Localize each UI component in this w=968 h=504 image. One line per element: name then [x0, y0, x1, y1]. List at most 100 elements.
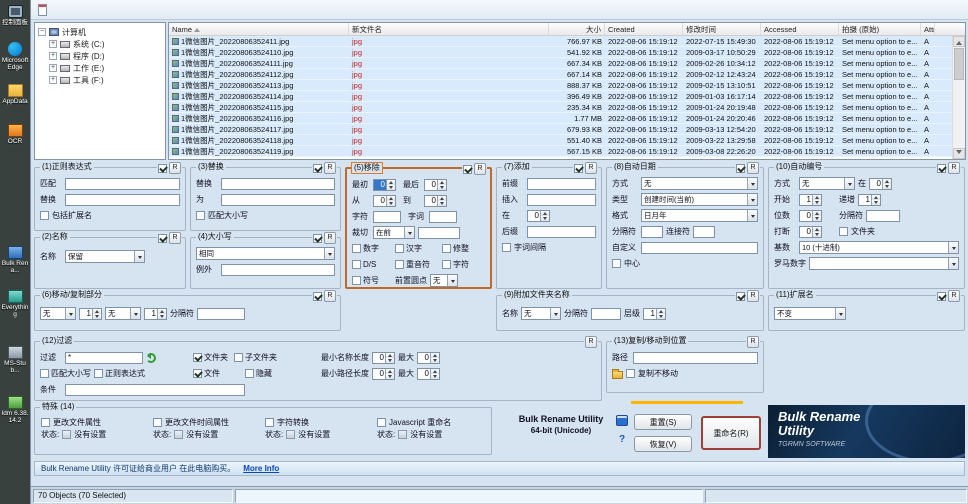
desktop-icon[interactable]: MS-Stub... [0, 346, 30, 374]
table-row[interactable]: 1微信图片_202208063524116.jpgjpg1.77 MB2022-… [169, 113, 965, 124]
movecopy-sep-input[interactable] [197, 308, 245, 320]
collapse-icon[interactable]: − [38, 28, 46, 36]
autodate-enable-checkbox[interactable] [736, 164, 745, 173]
window-icon[interactable] [616, 415, 628, 426]
spin-down-icon[interactable] [387, 201, 395, 206]
numbering-enable-checkbox[interactable] [937, 164, 946, 173]
extension-enable-checkbox[interactable] [937, 292, 946, 301]
desktop-icon[interactable]: 控制面板 [0, 5, 30, 26]
tree-item-drive[interactable]: +工具 (F:) [35, 74, 165, 86]
include-ext-checkbox[interactable] [40, 211, 49, 220]
extension-reset-button[interactable]: R [948, 290, 960, 302]
remove-enable-checkbox[interactable] [463, 165, 472, 174]
table-row[interactable]: 1微信图片_202208063524110.jpgjpg541.92 KB202… [169, 47, 965, 58]
autodate-mode-dropdown[interactable]: 无 [641, 177, 758, 190]
filter-mask-input[interactable]: * [65, 352, 143, 364]
remove-crop-dropdown[interactable]: 在前 [373, 226, 415, 239]
column-header-newname[interactable]: 新文件名 [349, 23, 549, 35]
table-row[interactable]: 1微信图片_202208063524118.jpgjpg551.40 KB202… [169, 135, 965, 146]
numbering-base-dropdown[interactable]: 10 (十进制) [799, 241, 959, 254]
regex-reset-button[interactable]: R [169, 162, 181, 174]
name-enable-checkbox[interactable] [158, 234, 167, 243]
roman-numerals-dropdown[interactable] [809, 257, 959, 270]
remove-reset-button[interactable]: R [474, 163, 486, 175]
remove-from-spinner[interactable]: 0 [373, 195, 396, 207]
replace-match-case-checkbox[interactable] [196, 211, 205, 220]
add-reset-button[interactable]: R [585, 162, 597, 174]
case-exception-input[interactable] [221, 264, 335, 276]
column-header-attr[interactable]: Attri... [921, 23, 935, 35]
desktop-icon[interactable]: Everything [0, 290, 30, 318]
spin-down-icon[interactable] [386, 358, 394, 363]
expand-icon[interactable]: + [49, 64, 57, 72]
replace-input[interactable] [221, 178, 335, 190]
movecopy-reset-button[interactable]: R [324, 290, 336, 302]
min-name-length-spinner[interactable]: 0 [372, 352, 395, 364]
numbering-pad-spinner[interactable]: 0 [799, 210, 822, 222]
revert-button[interactable]: 恢复(V) [634, 436, 692, 452]
numbering-reset-button[interactable]: R [948, 162, 960, 174]
remove-words-input[interactable] [429, 211, 457, 223]
replace-reset-button[interactable]: R [324, 162, 336, 174]
autodate-custom-input[interactable] [641, 242, 758, 254]
desktop-icon[interactable]: Bulk Rena... [0, 246, 30, 274]
expand-icon[interactable]: + [49, 76, 57, 84]
regex-enable-checkbox[interactable] [158, 164, 167, 173]
autodate-type-dropdown[interactable]: 创建时间(当前) [641, 193, 758, 206]
rename-button[interactable]: 重命名(R) [701, 416, 761, 450]
filter-regex-checkbox[interactable] [94, 369, 103, 378]
movecopy-mode2-dropdown[interactable]: 无 [105, 307, 141, 320]
lead-dots-dropdown[interactable]: 无 [430, 274, 458, 287]
remove-sym-checkbox[interactable] [352, 276, 361, 285]
column-header-name[interactable]: Name [169, 23, 349, 35]
refresh-icon[interactable] [146, 353, 156, 363]
add-suffix-input[interactable] [527, 226, 596, 238]
tree-item-drive[interactable]: +工作 (E:) [35, 62, 165, 74]
help-icon[interactable]: ? [616, 434, 628, 446]
spin-down-icon[interactable] [541, 216, 549, 221]
filter-folders-checkbox[interactable] [193, 353, 202, 362]
numbering-break-spinner[interactable]: 0 [799, 226, 822, 238]
autodate-seg-input[interactable] [693, 226, 715, 238]
document-icon[interactable] [38, 4, 47, 16]
spin-down-icon[interactable] [431, 374, 439, 379]
case-mode-dropdown[interactable]: 相同 [196, 247, 335, 260]
remove-trim-checkbox[interactable] [442, 244, 451, 253]
autodate-reset-button[interactable]: R [747, 162, 759, 174]
extension-mode-dropdown[interactable]: 不变 [774, 307, 846, 320]
special-checkbox[interactable] [153, 418, 162, 427]
table-row[interactable]: 1微信图片_202208063524119.jpgjpg567.15 KB202… [169, 146, 965, 157]
tree-item-computer[interactable]: − 计算机 [35, 26, 165, 38]
spin-down-icon[interactable] [813, 200, 821, 205]
movecopy-count1-spinner[interactable]: 1 [79, 308, 102, 320]
spin-down-icon[interactable] [438, 201, 446, 206]
spin-down-icon[interactable] [158, 314, 166, 319]
regex-replace-input[interactable] [65, 194, 180, 206]
special-checkbox[interactable] [377, 418, 386, 427]
min-path-length-spinner[interactable]: 0 [372, 368, 395, 380]
table-row[interactable]: 1微信图片_202208063524112.jpgjpg667.14 KB202… [169, 69, 965, 80]
appendfolder-enable-checkbox[interactable] [736, 292, 745, 301]
spin-down-icon[interactable] [872, 200, 880, 205]
browse-folder-icon[interactable] [612, 371, 623, 379]
case-enable-checkbox[interactable] [313, 234, 322, 243]
desktop-icon[interactable]: Microsoft Edge [0, 42, 30, 71]
tree-item-drive[interactable]: +程序 (D:) [35, 50, 165, 62]
filter-files-checkbox[interactable] [193, 369, 202, 378]
special-checkbox[interactable] [265, 418, 274, 427]
remove-ds-checkbox[interactable] [352, 260, 361, 269]
table-row[interactable]: 1微信图片_202208063524117.jpgjpg679.93 KB202… [169, 124, 965, 135]
filter-hidden-checkbox[interactable] [245, 369, 254, 378]
spin-down-icon[interactable] [438, 185, 446, 190]
add-insert-input[interactable] [527, 194, 596, 206]
numbering-mode-dropdown[interactable]: 无 [799, 177, 855, 190]
autodate-format-dropdown[interactable]: 日月年 [641, 209, 758, 222]
spin-down-icon[interactable] [813, 232, 821, 237]
remove-chars-input[interactable] [373, 211, 401, 223]
column-header-size[interactable]: 大小 [549, 23, 605, 35]
remove-to-spinner[interactable]: 0 [424, 195, 447, 207]
reset-button[interactable]: 重置(S) [634, 414, 692, 430]
table-row[interactable]: 1微信图片_202208063524115.jpgjpg235.34 KB202… [169, 102, 965, 113]
movecopy-count2-spinner[interactable]: 1 [144, 308, 167, 320]
tree-item-drive[interactable]: +系统 (C:) [35, 38, 165, 50]
